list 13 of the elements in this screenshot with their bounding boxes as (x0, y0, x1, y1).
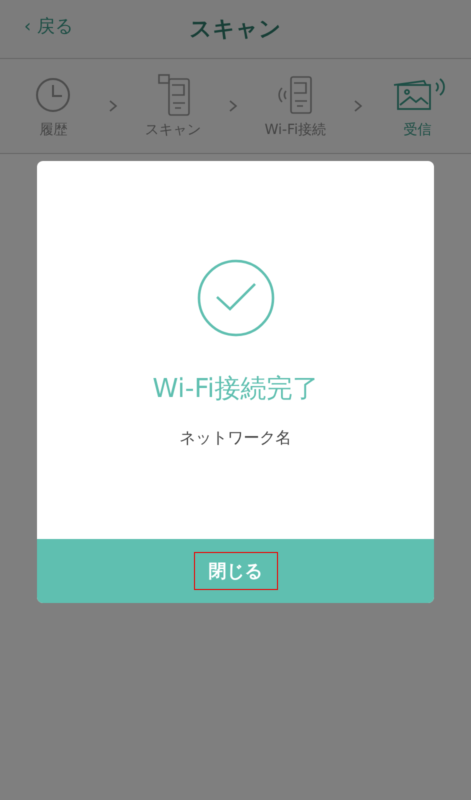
page-title: スキャン (190, 16, 282, 44)
chevron-icon (108, 99, 118, 113)
chevron-icon (228, 99, 238, 113)
dialog-title: Wi-Fi接続完了 (152, 373, 319, 406)
step-tab[interactable]: Wi-Fi接続 (264, 73, 326, 139)
back-button[interactable]: ‹ 戻る (24, 14, 73, 38)
chevron-icon (352, 99, 363, 113)
step-tab[interactable]: 履歴 (25, 73, 82, 139)
close-button[interactable]: 閉じる (194, 552, 278, 590)
network-name: ネットワーク名 (180, 428, 292, 449)
step-tab[interactable]: スキャン (144, 73, 201, 139)
check-circle-icon (196, 259, 274, 337)
step-tab[interactable]: 受信 (390, 73, 446, 139)
